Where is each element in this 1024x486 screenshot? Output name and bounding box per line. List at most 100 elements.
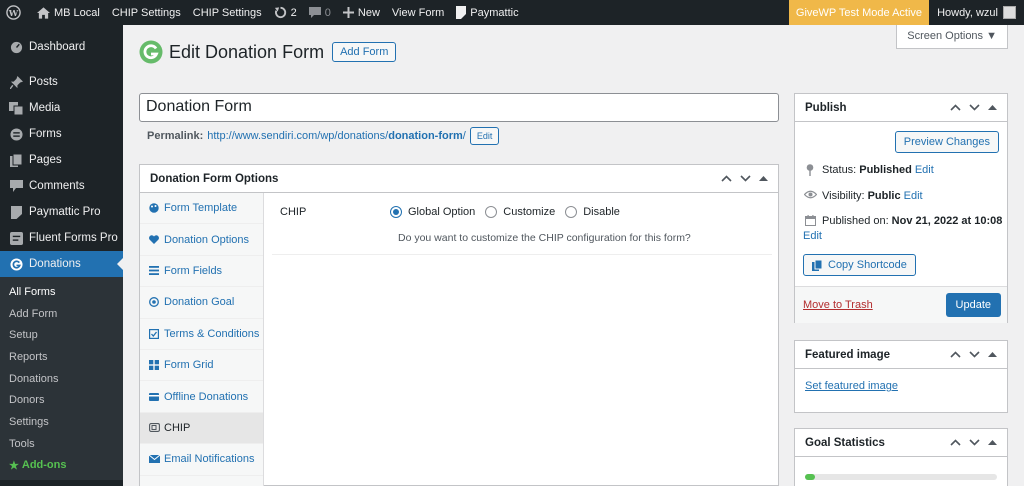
submenu-reports[interactable]: Reports (0, 346, 123, 368)
tab-email-notifications[interactable]: Email Notifications (140, 444, 263, 476)
permalink-label: Permalink: (147, 130, 204, 142)
tab-form-template[interactable]: Form Template (140, 193, 263, 225)
box-controls (950, 437, 997, 449)
submenu-donations[interactable]: Donations (0, 368, 123, 390)
media-icon (8, 101, 24, 115)
fluent-icon (8, 231, 24, 245)
test-mode-label: GiveWP Test Mode Active (795, 6, 923, 19)
site-name-link[interactable]: MB Local (31, 0, 106, 25)
radio-customize[interactable]: Customize (485, 206, 555, 218)
tab-terms-conditions[interactable]: Terms & Conditions (140, 319, 263, 350)
updates-link[interactable]: 2 (268, 0, 303, 25)
submenu-setup[interactable]: Setup (0, 324, 123, 346)
wordpress-logo[interactable]: W (0, 0, 31, 25)
tab-donation-goal[interactable]: Donation Goal (140, 287, 263, 319)
sidebar-item-dashboard[interactable]: Dashboard (0, 34, 123, 60)
view-form-link[interactable]: View Form (386, 0, 450, 25)
sidebar-item-paymattic-pro[interactable]: Paymattic Pro (0, 199, 123, 225)
toggle-triangle-icon[interactable] (988, 102, 997, 114)
screen-options-button[interactable]: Screen Options ▼ (896, 25, 1008, 49)
screen-options-label: Screen Options ▼ (907, 30, 997, 42)
new-label: New (357, 6, 380, 19)
sidebar-item-label: Paymattic Pro (29, 206, 101, 218)
grid-icon (148, 360, 160, 371)
chevron-up-icon[interactable] (721, 173, 732, 185)
radio-disable[interactable]: Disable (565, 206, 620, 218)
chevron-up-icon[interactable] (950, 102, 961, 114)
tab-chip[interactable]: CHIP (140, 412, 263, 445)
status-edit-link[interactable]: Edit (915, 164, 934, 176)
submenu-donors[interactable]: Donors (0, 389, 123, 411)
published-edit-link[interactable]: Edit (803, 230, 822, 242)
submenu-settings[interactable]: Settings (0, 411, 123, 433)
paymattic-link[interactable]: Paymattic (450, 0, 524, 25)
tab-offline-donations[interactable]: Offline Donations (140, 381, 263, 413)
sidebar-item-posts[interactable]: Posts (0, 69, 123, 95)
publish-header: Publish (795, 94, 1007, 122)
donations-submenu: All Forms Add Form Setup Reports Donatio… (0, 277, 123, 481)
featured-image-box: Featured image Set featured image (794, 340, 1008, 413)
chip-settings-link-1[interactable]: CHIP Settings (106, 0, 187, 25)
sidebar-item-pages[interactable]: Pages (0, 147, 123, 173)
submenu-tools[interactable]: Tools (0, 433, 123, 455)
radio-global-option[interactable]: Global Option (390, 206, 475, 218)
refresh-icon (274, 6, 286, 19)
chevron-down-icon[interactable] (740, 173, 751, 185)
chevron-down-icon[interactable] (969, 349, 980, 361)
published-on-row: Published on: Nov 21, 2022 at 10:08 Edit (803, 215, 1005, 242)
move-to-trash-link[interactable]: Move to Trash (803, 299, 873, 311)
heart-icon (148, 235, 160, 245)
copy-shortcode-label: Copy Shortcode (828, 259, 907, 271)
email-icon (148, 455, 160, 464)
radio-circle[interactable] (485, 206, 498, 218)
preview-changes-button[interactable]: Preview Changes (894, 131, 999, 153)
submenu-add-form[interactable]: Add Form (0, 303, 123, 325)
post-title-input[interactable]: Donation Form (139, 93, 779, 122)
sidebar-item-label: Media (29, 102, 61, 114)
sidebar-item-media[interactable]: Media (0, 95, 123, 121)
sidebar-item-fluent-forms-pro[interactable]: Fluent Forms Pro (0, 225, 123, 251)
paymattic-label: Paymattic (470, 6, 519, 19)
submenu-addons[interactable]: ★ Add-ons (0, 455, 123, 477)
radio-label: Disable (583, 206, 620, 218)
comment-icon (8, 180, 24, 192)
chevron-up-icon[interactable] (950, 437, 961, 449)
sidebar-item-comments[interactable]: Comments (0, 173, 123, 199)
sidebar-item-donations[interactable]: Donations (0, 251, 123, 277)
set-featured-image-link[interactable]: Set featured image (805, 380, 898, 392)
chevron-down-icon[interactable] (969, 437, 980, 449)
toggle-triangle-icon[interactable] (988, 349, 997, 361)
goal-progress-fill (805, 474, 815, 480)
howdy-label: Howdy, wzul (937, 6, 998, 19)
chevron-up-icon[interactable] (950, 349, 961, 361)
view-form-label: View Form (391, 6, 445, 19)
comments-link[interactable]: 0 (303, 0, 337, 25)
target-icon (148, 297, 160, 308)
chip-settings-link-2[interactable]: CHIP Settings (187, 0, 268, 25)
sidebar-item-forms[interactable]: Forms (0, 121, 123, 147)
edit-permalink-button[interactable]: Edit (469, 127, 500, 145)
box-controls (950, 102, 997, 114)
toggle-triangle-icon[interactable] (759, 173, 768, 185)
calendar-icon (803, 215, 817, 227)
tab-form-grid[interactable]: Form Grid (140, 350, 263, 382)
visibility-value: Public (867, 190, 901, 202)
add-form-button[interactable]: Add Form (332, 42, 397, 62)
new-content-link[interactable]: New (337, 0, 386, 25)
radio-circle[interactable] (565, 206, 578, 218)
toggle-triangle-icon[interactable] (988, 437, 997, 449)
dashboard-icon (8, 41, 24, 54)
account-menu[interactable]: Howdy, wzul (929, 6, 1024, 19)
submenu-all-forms[interactable]: All Forms (0, 281, 123, 303)
tab-form-fields[interactable]: Form Fields (140, 256, 263, 288)
tab-label: Form Grid (164, 359, 214, 372)
tab-donation-options[interactable]: Donation Options (140, 224, 263, 256)
visibility-edit-link[interactable]: Edit (904, 190, 923, 202)
update-button[interactable]: Update (945, 293, 1001, 317)
permalink-link[interactable]: http://www.sendiri.com/wp/donations/dona… (207, 130, 466, 142)
test-mode-badge[interactable]: GiveWP Test Mode Active (788, 0, 930, 25)
copy-shortcode-button[interactable]: Copy Shortcode (803, 254, 916, 276)
chevron-down-icon[interactable] (969, 102, 980, 114)
radio-circle[interactable] (390, 206, 402, 218)
publish-box: Publish Preview Changes Status: Published… (794, 93, 1008, 323)
